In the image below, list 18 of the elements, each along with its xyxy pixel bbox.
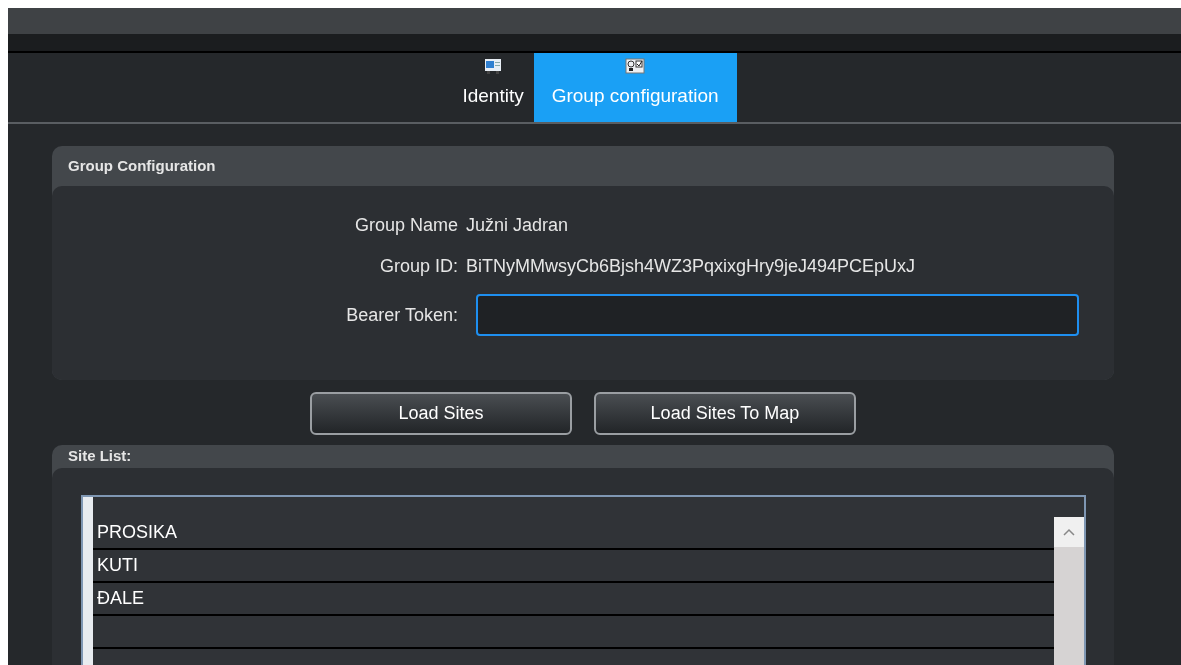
site-row[interactable]: KUTI	[93, 549, 1054, 583]
field-label: Group ID:	[378, 255, 459, 278]
id-card-icon	[484, 57, 503, 74]
field-label: Group Name	[353, 214, 459, 237]
field-label: Bearer Token:	[345, 303, 459, 327]
chevron-up-icon[interactable]	[1063, 527, 1075, 536]
tab[interactable]: Identity	[452, 52, 534, 122]
bearer-token-field[interactable]	[476, 294, 1079, 336]
settings-card-icon	[625, 57, 646, 74]
site-row[interactable]: PROSIKA	[93, 516, 1054, 550]
load-button[interactable]: Load Sites To Map	[594, 392, 856, 435]
panel-title: Group Configuration	[67, 155, 217, 176]
field-value: BiTNyMMwsyCb6Bjsh4WZ3PqxixgHry9jeJ494PCEpUxJ	[466, 255, 916, 278]
site-row[interactable]: ĐALE	[93, 582, 1054, 616]
field-value: Južni Jadran	[466, 214, 569, 237]
scrollbar[interactable]	[1054, 516, 1084, 665]
panel-title: Site List:	[67, 446, 133, 466]
load-button[interactable]: Load Sites	[310, 392, 572, 435]
